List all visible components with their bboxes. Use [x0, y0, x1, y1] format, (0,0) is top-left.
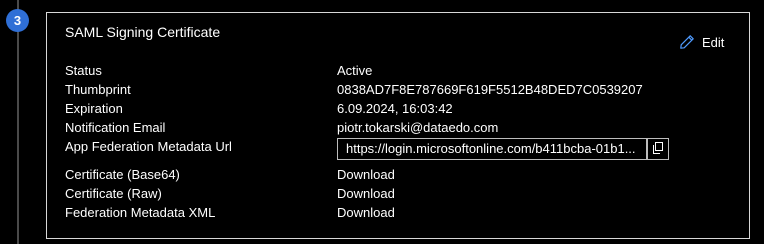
- metadata-url-field[interactable]: https://login.microsoftonline.com/b411bc…: [337, 138, 647, 160]
- copy-to-clipboard-button[interactable]: [647, 138, 669, 160]
- cert-raw-download-link[interactable]: Download: [337, 186, 395, 201]
- status-label: Status: [65, 63, 102, 78]
- notification-email-value: piotr.tokarski@dataedo.com: [337, 120, 499, 135]
- status-row: Status Active: [65, 63, 749, 82]
- certificate-details: Status Active Thumbprint 0838AD7F8E78766…: [65, 63, 749, 224]
- metadata-url-row: App Federation Metadata Url https://logi…: [65, 138, 749, 167]
- cert-base64-row: Certificate (Base64) Download: [65, 167, 749, 186]
- cert-base64-download-link[interactable]: Download: [337, 167, 395, 182]
- edit-button[interactable]: Edit: [679, 33, 724, 51]
- step-number-badge: 3: [6, 9, 29, 32]
- thumbprint-value: 0838AD7F8E787669F619F5512B48DED7C0539207: [337, 82, 643, 97]
- expiration-label: Expiration: [65, 101, 123, 116]
- notification-email-row: Notification Email piotr.tokarski@dataed…: [65, 120, 749, 139]
- thumbprint-label: Thumbprint: [65, 82, 131, 97]
- copy-icon: [652, 141, 664, 157]
- federation-xml-download-link[interactable]: Download: [337, 205, 395, 220]
- notification-email-label: Notification Email: [65, 120, 166, 135]
- expiration-row: Expiration 6.09.2024, 16:03:42: [65, 101, 749, 120]
- step-connector-line: [17, 0, 19, 244]
- cert-raw-row: Certificate (Raw) Download: [65, 186, 749, 205]
- pencil-icon: [679, 34, 695, 50]
- federation-xml-row: Federation Metadata XML Download: [65, 205, 749, 224]
- federation-xml-label: Federation Metadata XML: [65, 205, 216, 220]
- card-title: SAML Signing Certificate: [65, 24, 221, 40]
- thumbprint-row: Thumbprint 0838AD7F8E787669F619F5512B48D…: [65, 82, 749, 101]
- expiration-value: 6.09.2024, 16:03:42: [337, 101, 453, 116]
- saml-signing-certificate-card: SAML Signing Certificate Edit Status Act…: [46, 12, 750, 239]
- status-value: Active: [337, 63, 373, 78]
- metadata-url-label: App Federation Metadata Url: [65, 139, 232, 154]
- edit-button-label: Edit: [702, 34, 725, 50]
- cert-raw-label: Certificate (Raw): [65, 186, 162, 201]
- cert-base64-label: Certificate (Base64): [65, 167, 180, 182]
